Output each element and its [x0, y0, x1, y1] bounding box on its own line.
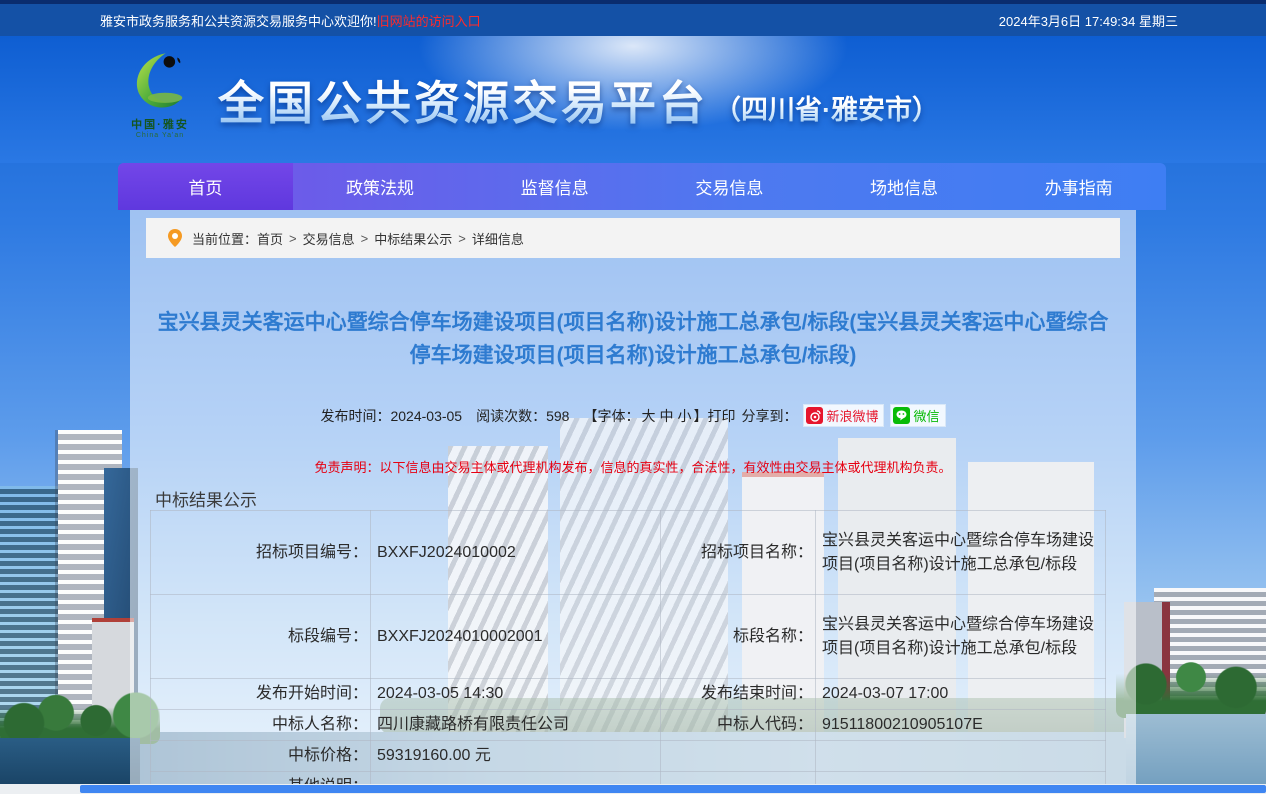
winner-name-label: 中标人名称：: [151, 710, 371, 741]
publish-time-label: 发布时间：: [320, 406, 390, 426]
breadcrumb-separator: >: [458, 231, 466, 246]
nav-item-supervision[interactable]: 监督信息: [467, 163, 642, 210]
section-no-label: 标段编号：: [151, 595, 371, 679]
share-label: 分享到：: [741, 406, 797, 426]
font-size-label: 【字体：: [583, 406, 639, 426]
share-wechat-label: 微信: [913, 406, 939, 425]
breadcrumb-trade-info[interactable]: 交易信息: [303, 229, 355, 248]
breadcrumb: 当前位置： 首页 > 交易信息 > 中标结果公示 > 详细信息: [146, 218, 1120, 258]
bid-price-value: 59319160.00 元: [371, 741, 661, 772]
read-count-label: 阅读次数：: [476, 406, 546, 426]
font-size-small-button[interactable]: 小: [677, 406, 691, 426]
publish-start-label: 发布开始时间：: [151, 679, 371, 710]
publish-end-label: 发布结束时间：: [661, 679, 816, 710]
breadcrumb-current: 详细信息: [472, 229, 524, 248]
table-row: 中标人名称： 四川康藏路桥有限责任公司 中标人代码： 9151180021090…: [151, 710, 1106, 741]
font-size-large-button[interactable]: 大: [641, 406, 655, 426]
breadcrumb-prefix: 当前位置：: [192, 229, 257, 248]
nav-item-venue[interactable]: 场地信息: [817, 163, 992, 210]
publish-start-value: 2024-03-05 14:30: [371, 679, 661, 710]
print-button[interactable]: 打印: [707, 406, 735, 426]
site-title: 全国公共资源交易平台 （四川省·雅安市）: [218, 67, 939, 133]
brand: 中国·雅安 China Ya'an 全国公共资源交易平台 （四川省·雅安市）: [112, 50, 939, 150]
background-trees: [1116, 650, 1266, 718]
nav-item-policy[interactable]: 政策法规: [293, 163, 468, 210]
location-pin-icon: [168, 229, 182, 247]
share-weibo-label: 新浪微博: [826, 406, 878, 425]
weibo-icon: [806, 407, 823, 424]
empty-value: [816, 741, 1106, 772]
datetime-text: 2024年3月6日 17:49:34 星期三: [999, 11, 1178, 30]
article-title: 宝兴县灵关客运中心暨综合停车场建设项目(项目名称)设计施工总承包/标段(宝兴县灵…: [153, 306, 1113, 372]
share-weibo-button[interactable]: 新浪微博: [803, 404, 884, 427]
table-row: 发布开始时间： 2024-03-05 14:30 发布结束时间： 2024-03…: [151, 679, 1106, 710]
background-water: [1126, 714, 1266, 794]
yaan-logo: 中国·雅安 China Ya'an: [112, 50, 208, 150]
tender-project-name-label: 招标项目名称：: [661, 511, 816, 595]
table-row: 标段编号： BXXFJ2024010002001 标段名称： 宝兴县灵关客运中心…: [151, 595, 1106, 679]
read-count-value: 598: [546, 408, 569, 424]
tender-project-no-label: 招标项目编号：: [151, 511, 371, 595]
nav-item-trade-info[interactable]: 交易信息: [642, 163, 817, 210]
publish-end-value: 2024-03-07 17:00: [816, 679, 1106, 710]
welcome-text: 雅安市政务服务和公共资源交易服务中心欢迎你!: [100, 11, 377, 30]
article-meta: 发布时间： 2024-03-05 阅读次数： 598 【字体： 大 中 小 】 …: [130, 404, 1136, 427]
publish-time-value: 2024-03-05: [390, 408, 462, 424]
table-row: 招标项目编号： BXXFJ2024010002 招标项目名称： 宝兴县灵关客运中…: [151, 511, 1106, 595]
logo-text-en: China Ya'an: [136, 132, 184, 139]
breadcrumb-home[interactable]: 首页: [257, 229, 283, 248]
font-size-medium-button[interactable]: 中: [659, 406, 673, 426]
section-name-label: 标段名称：: [661, 595, 816, 679]
winner-name-value: 四川康藏路桥有限责任公司: [371, 710, 661, 741]
section-name-value: 宝兴县灵关客运中心暨综合停车场建设项目(项目名称)设计施工总承包/标段: [816, 595, 1106, 679]
site-title-region: （四川省·雅安市）: [714, 88, 939, 127]
section-no-value: BXXFJ2024010002001: [371, 595, 661, 679]
nav-item-guide[interactable]: 办事指南: [991, 163, 1166, 210]
disclaimer-text: 免责声明：以下信息由交易主体或代理机构发布，信息的真实性，合法性，有效性由交易主…: [130, 457, 1136, 476]
main-nav: 首页 政策法规 监督信息 交易信息 场地信息 办事指南: [118, 163, 1166, 210]
breadcrumb-result-publicity[interactable]: 中标结果公示: [374, 229, 452, 248]
winner-code-label: 中标人代码：: [661, 710, 816, 741]
tender-project-no-value: BXXFJ2024010002: [371, 511, 661, 595]
section-title: 中标结果公示: [155, 486, 257, 511]
bid-price-label: 中标价格：: [151, 741, 371, 772]
breadcrumb-separator: >: [289, 231, 297, 246]
horizontal-scrollbar-thumb[interactable]: [80, 785, 1266, 793]
content-panel: 当前位置： 首页 > 交易信息 > 中标结果公示 > 详细信息 宝兴县灵关客运中…: [130, 210, 1136, 794]
table-row: 中标价格： 59319160.00 元: [151, 741, 1106, 772]
logo-text-cn: 中国·雅安: [131, 116, 189, 132]
share-wechat-button[interactable]: 微信: [890, 404, 945, 427]
tender-project-name-value: 宝兴县灵关客运中心暨综合停车场建设项目(项目名称)设计施工总承包/标段: [816, 511, 1106, 595]
font-size-suffix: 】: [693, 406, 707, 426]
bid-result-table: 招标项目编号： BXXFJ2024010002 招标项目名称： 宝兴县灵关客运中…: [150, 510, 1106, 794]
breadcrumb-separator: >: [361, 231, 369, 246]
site-title-main: 全国公共资源交易平台: [218, 67, 708, 133]
wechat-icon: [893, 407, 910, 424]
top-bar: 雅安市政务服务和公共资源交易服务中心欢迎你! 旧网站的访问入口 2024年3月6…: [0, 0, 1266, 36]
empty-label: [661, 741, 816, 772]
winner-code-value: 91511800210905107E: [816, 710, 1106, 741]
logo-swirl-icon: [124, 50, 196, 114]
nav-item-home[interactable]: 首页: [118, 163, 293, 210]
old-site-link[interactable]: 旧网站的访问入口: [377, 11, 481, 30]
site-header: 中国·雅安 China Ya'an 全国公共资源交易平台 （四川省·雅安市）: [0, 36, 1266, 163]
horizontal-scrollbar: [0, 784, 1266, 794]
